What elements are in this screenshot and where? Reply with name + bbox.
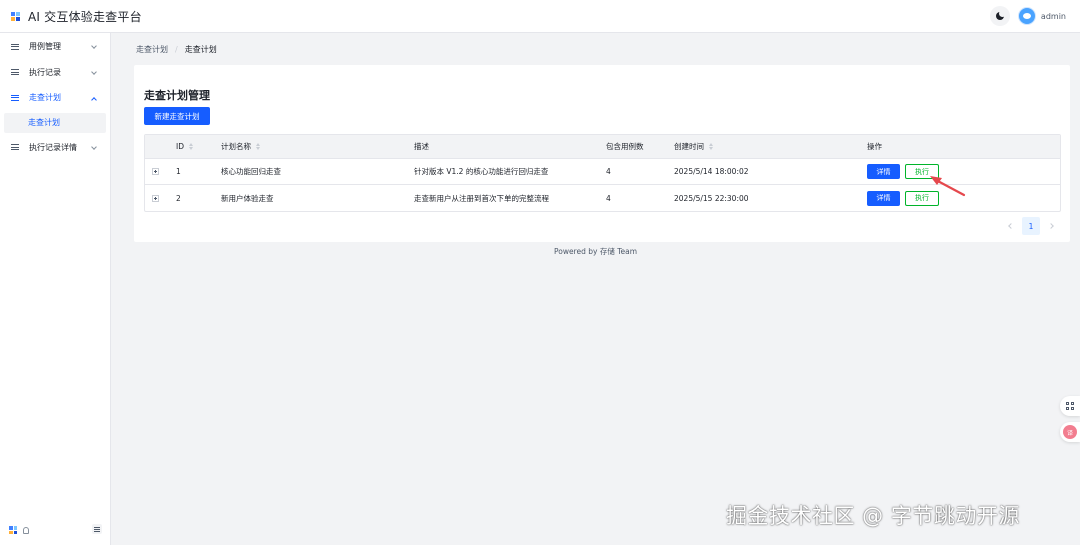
sidebar-item-case-management[interactable]: 用例管理: [0, 34, 110, 60]
menu-icon: [11, 94, 19, 101]
pin-icon[interactable]: [23, 526, 29, 534]
menu-icon: [11, 69, 19, 76]
menu-icon: [94, 526, 100, 532]
app-title: AI 交互体验走查平台: [28, 9, 142, 24]
breadcrumb: 走查计划 / 走查计划: [136, 44, 217, 55]
new-plan-button[interactable]: 新建走查计划: [144, 107, 210, 125]
column-label: 操作: [867, 142, 882, 151]
sort-icon[interactable]: [189, 142, 193, 151]
column-header-desc: 描述: [414, 135, 429, 158]
avatar[interactable]: [1017, 7, 1036, 25]
row-id: 2: [176, 193, 181, 203]
floating-tools: 译: [1060, 396, 1080, 448]
row-name: 核心功能回归走查: [221, 167, 281, 176]
theme-toggle-button[interactable]: [989, 6, 1010, 26]
column-label: 计划名称: [221, 142, 251, 151]
column-header-name[interactable]: 计划名称: [221, 135, 260, 158]
table-header: ID 计划名称 描述 包含用例数 创建时间 操作: [145, 135, 1060, 159]
sidebar-item-label: 执行记录详情: [29, 142, 77, 152]
chevron-up-icon: [91, 97, 97, 103]
row-id: 1: [176, 167, 181, 176]
top-header: AI 交互体验走查平台 admin: [0, 0, 1080, 33]
page-number-current[interactable]: 1: [1022, 217, 1040, 235]
header-actions: admin: [989, 6, 1066, 26]
sidebar-item-label: 用例管理: [29, 42, 61, 52]
sort-icon[interactable]: [709, 142, 713, 151]
expand-cell: [152, 185, 159, 211]
next-page-button[interactable]: [1042, 217, 1060, 235]
column-header-actions: 操作: [867, 135, 882, 158]
breadcrumb-item[interactable]: 走查计划: [136, 44, 168, 55]
chevron-down-icon: [91, 43, 97, 49]
sidebar-item-label: 执行记录: [29, 67, 61, 77]
plan-card: 走查计划管理 新建走查计划 ID 计划名称 描述 包含用例数 创建时间 操作 1…: [134, 65, 1070, 242]
row-desc: 走查新用户从注册到首次下单的完整流程: [414, 193, 549, 203]
page-title: 走查计划管理: [144, 89, 210, 102]
grid-icon: [1066, 402, 1074, 410]
row-created: 2025/5/14 18:00:02: [674, 167, 749, 176]
chevron-down-icon: [91, 68, 97, 75]
app-grid-button[interactable]: [1060, 396, 1080, 416]
row-name: 新用户体验走查: [221, 193, 274, 203]
sidebar-item-walkthrough-plan[interactable]: 走查计划: [0, 85, 110, 111]
sidebar: 用例管理 执行记录 走查计划 走查计划 执行记录详情: [0, 33, 111, 545]
chevron-right-icon: [1048, 223, 1054, 229]
row-count: 4: [606, 167, 611, 176]
sort-icon[interactable]: [256, 142, 260, 151]
chevron-left-icon: [1008, 223, 1014, 229]
collapse-sidebar-button[interactable]: [92, 524, 102, 534]
user-name[interactable]: admin: [1041, 12, 1066, 21]
column-header-count: 包含用例数: [606, 135, 644, 158]
moon-icon: [995, 10, 1006, 20]
app-logo-icon: [9, 526, 17, 534]
app-logo-icon: [11, 11, 20, 21]
prev-page-button[interactable]: [1002, 217, 1020, 235]
column-label: 描述: [414, 142, 429, 151]
expand-cell: [152, 159, 159, 184]
row-created: 2025/5/15 22:30:00: [674, 193, 749, 203]
sidebar-item-execution-details[interactable]: 执行记录详情: [0, 135, 110, 161]
sidebar-item-execution-records[interactable]: 执行记录: [0, 60, 110, 86]
menu-icon: [11, 144, 19, 151]
column-header-id[interactable]: ID: [176, 135, 193, 158]
footer-text: Powered by 存储 Team: [553, 247, 638, 256]
expand-row-icon[interactable]: [152, 168, 159, 175]
column-header-created[interactable]: 创建时间: [674, 135, 713, 158]
detail-button[interactable]: 详情: [867, 190, 900, 206]
pagination: 1: [1002, 217, 1060, 235]
sidebar-footer: [0, 515, 110, 545]
menu-icon: [11, 43, 19, 50]
column-label: 包含用例数: [606, 142, 644, 151]
breadcrumb-separator: /: [175, 45, 178, 54]
translate-icon: 译: [1063, 425, 1077, 439]
row-count: 4: [606, 193, 611, 203]
breadcrumb-current: 走查计划: [184, 45, 217, 54]
sidebar-subitem-walkthrough-plan[interactable]: 走查计划: [4, 112, 106, 133]
translate-button[interactable]: 译: [1060, 422, 1080, 442]
expand-row-icon[interactable]: [152, 194, 159, 202]
chevron-down-icon: [91, 143, 97, 150]
watermark: 掘金技术社区 @ 字节跳动开源: [726, 504, 1020, 528]
sidebar-item-label: 走查计划: [29, 93, 61, 103]
annotation-arrow-icon: [930, 176, 966, 197]
row-desc: 针对版本 V1.2 的核心功能进行回归走查: [414, 167, 549, 176]
detail-button[interactable]: 详情: [867, 164, 900, 179]
column-label: ID: [176, 142, 184, 151]
column-label: 创建时间: [674, 142, 704, 151]
